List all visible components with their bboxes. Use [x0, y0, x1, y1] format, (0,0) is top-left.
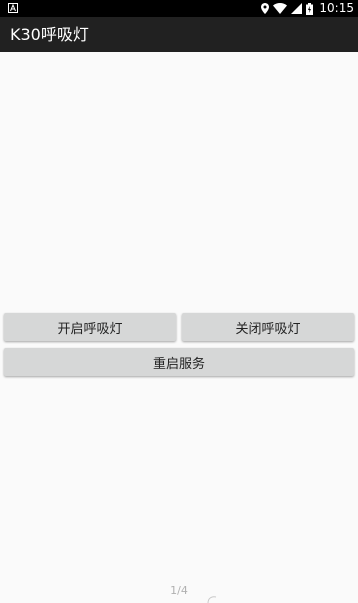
partial-overlay-icon [207, 596, 217, 603]
app-title: K30呼吸灯 [10, 25, 89, 44]
page-indicator: 1/4 [170, 584, 188, 597]
restart-service-button[interactable]: 重启服务 [4, 348, 354, 376]
wifi-icon [273, 3, 288, 14]
battery-icon [306, 2, 314, 15]
location-icon [261, 3, 270, 14]
main-content: 开启呼吸灯 关闭呼吸灯 重启服务 1/4 [0, 52, 358, 603]
notification-icon [8, 3, 18, 13]
status-time: 10:15 [319, 1, 354, 15]
signal-icon [291, 3, 303, 14]
app-bar: K30呼吸灯 [0, 17, 358, 52]
status-bar: 10:15 [0, 0, 358, 17]
close-breathing-light-button[interactable]: 关闭呼吸灯 [182, 313, 354, 341]
open-breathing-light-button[interactable]: 开启呼吸灯 [4, 313, 176, 341]
status-icons: 10:15 [261, 0, 354, 17]
